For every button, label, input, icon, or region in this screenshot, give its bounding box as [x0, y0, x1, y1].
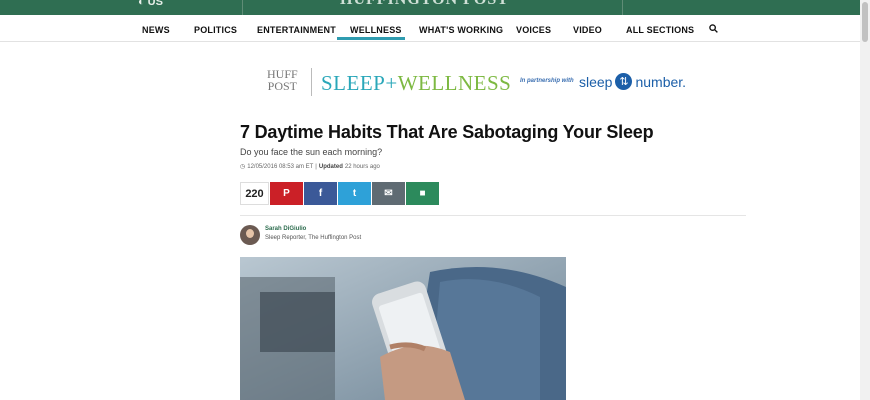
divider: [242, 0, 243, 15]
article-headline: 7 Daytime Habits That Are Sabotaging You…: [240, 122, 654, 142]
nav-item-wellness[interactable]: WELLNESS: [350, 25, 402, 35]
facebook-icon: f: [318, 188, 323, 199]
active-tab-indicator: [337, 37, 405, 40]
share-bar: 220 P f t ✉ ■: [240, 182, 439, 205]
sleep-wordmark: SLEEP+: [321, 71, 398, 95]
comment-button[interactable]: ■: [406, 182, 439, 205]
scrollbar-thumb[interactable]: [862, 2, 868, 42]
pinterest-icon: P: [283, 188, 290, 199]
clock-icon: ◷: [240, 164, 246, 170]
author-avatar[interactable]: [240, 225, 260, 245]
divider: [311, 68, 312, 96]
divider: [240, 215, 746, 216]
nav-item-all-sections[interactable]: ALL SECTIONS: [626, 25, 694, 35]
huffpost-logo[interactable]: HUFF POST: [267, 68, 298, 92]
top-bar: ◐ US HUFFINGTON POST: [0, 0, 860, 15]
article-subheadline: Do you face the sun each morning?: [240, 147, 383, 157]
author-name[interactable]: Sarah DiGiulio: [265, 226, 306, 232]
masthead-logo[interactable]: HUFFINGTON POST: [340, 0, 509, 9]
nav-item-politics[interactable]: POLITICS: [194, 25, 237, 35]
nav-item-video[interactable]: VIDEO: [573, 25, 602, 35]
pinterest-share-button[interactable]: P: [270, 182, 303, 205]
nav-item-entertainment[interactable]: ENTERTAINMENT: [257, 25, 336, 35]
nav-item-news[interactable]: NEWS: [142, 25, 170, 35]
article-hero-image: [240, 257, 566, 400]
email-share-button[interactable]: ✉: [372, 182, 405, 205]
globe-icon: ◐: [138, 0, 145, 8]
nav-item-voices[interactable]: VOICES: [516, 25, 551, 35]
email-icon: ✉: [384, 188, 393, 199]
section-branding: HUFF POST SLEEP+WELLNESS In partnership w…: [267, 68, 687, 98]
share-count: 220: [240, 182, 269, 205]
sleep-number-icon: ⇅: [615, 73, 633, 90]
article-timestamp: ◷ 12/05/2016 08:53 am ET | Updated 22 hou…: [240, 163, 380, 171]
sleep-number-logo[interactable]: sleep ⇅ number.: [579, 73, 686, 90]
edition-label: US: [147, 0, 163, 8]
author-role: Sleep Reporter, The Huffington Post: [265, 235, 362, 241]
search-icon[interactable]: [709, 24, 718, 33]
divider: [622, 0, 623, 15]
wellness-wordmark: WELLNESS: [397, 71, 512, 95]
facebook-share-button[interactable]: f: [304, 182, 337, 205]
section-nav: NEWS POLITICS ENTERTAINMENT WELLNESS WHA…: [0, 15, 860, 42]
edition-selector[interactable]: ◐ US: [138, 0, 163, 8]
partner-label: In partnership with: [520, 78, 574, 84]
comment-icon: ■: [419, 188, 426, 199]
page-scrollbar[interactable]: [860, 0, 870, 400]
twitter-icon: t: [352, 188, 357, 199]
nav-item-whats-working[interactable]: WHAT'S WORKING: [419, 25, 503, 35]
sleep-wellness-logo[interactable]: SLEEP+WELLNESS: [321, 71, 511, 96]
twitter-share-button[interactable]: t: [338, 182, 371, 205]
